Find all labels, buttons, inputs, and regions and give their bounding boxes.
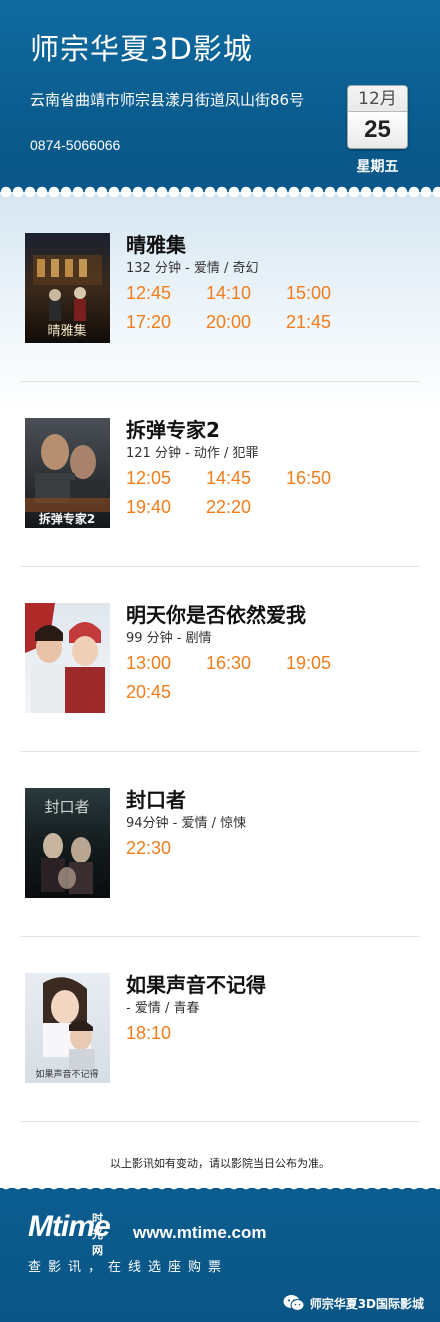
movie-meta: 132 分钟 - 爱情 / 奇幻 [126,261,259,276]
movie-title[interactable]: 封口者 [126,784,186,813]
showtime-list: 13:00 16:30 19:05 20:45 [126,653,426,703]
wechat-icon [283,1295,305,1311]
poster-title: 拆弹专家2 [39,511,95,526]
movie-poster[interactable] [25,603,110,713]
showtime[interactable]: 14:45 [206,468,286,489]
showtime-list: 12:45 14:10 15:00 17:20 20:00 21:45 [126,283,426,333]
mtime-slogan: 查影讯，在线选座购票 [28,1260,229,1275]
showtime-list: 18:10 [126,1023,426,1044]
poster-title: 封口者 [44,798,89,816]
cinema-phone[interactable]: 0874-5066066 [30,137,120,153]
movie-item[interactable]: 晴雅集 晴雅集 132 分钟 - 爱情 / 奇幻 12:45 14:10 15:… [20,197,420,382]
ticket-edge-top [0,180,440,198]
movie-item[interactable]: 明天你是否依然爱我 99 分钟 - 剧情 13:00 16:30 19:05 2… [20,567,420,752]
calendar-day: 25 [348,112,407,148]
wechat-account[interactable]: 师宗华夏3D国际影城 [283,1294,424,1312]
showtime-list: 22:30 [126,838,426,859]
showtime[interactable]: 12:05 [126,468,206,489]
showtime[interactable]: 20:45 [126,682,206,703]
movie-title[interactable]: 晴雅集 [126,229,186,258]
showtime[interactable]: 13:00 [126,653,206,674]
showtime[interactable]: 17:20 [126,312,206,333]
showtime[interactable]: 22:30 [126,838,206,859]
movie-poster[interactable]: 如果声音不记得 [25,973,110,1083]
showtime-list: 12:05 14:45 16:50 19:40 22:20 [126,468,426,518]
mtime-url-link[interactable]: www.mtime.com [133,1223,267,1243]
cinema-header: 师宗华夏3D影城 云南省曲靖市师宗县漾月街道凤山街86号 0874-506606… [0,0,440,192]
showtime[interactable]: 21:45 [286,312,366,333]
movie-meta: - 爱情 / 青春 [126,1001,200,1016]
poster-title: 如果声音不记得 [35,1068,98,1080]
showtime[interactable]: 19:05 [286,653,366,674]
movie-title[interactable]: 如果声音不记得 [126,969,266,998]
mtime-footer: Mtime 时光网 www.mtime.com 查影讯，在线选座购票 师宗华夏3… [0,1188,440,1322]
movie-title[interactable]: 明天你是否依然爱我 [126,599,306,628]
showtime[interactable]: 15:00 [286,283,366,304]
cinema-address: 云南省曲靖市师宗县漾月街道凤山街86号 [30,91,305,109]
calendar-icon: 12月 25 [347,85,408,149]
movie-item[interactable]: 封口者 封口者 94分钟 - 爱情 / 惊悚 22:30 [20,752,420,937]
cinema-name: 师宗华夏3D影城 [30,32,253,66]
movie-meta: 121 分钟 - 动作 / 犯罪 [126,446,259,461]
showtime[interactable]: 16:50 [286,468,366,489]
movie-title[interactable]: 拆弹专家2 [126,414,220,443]
movie-item[interactable]: 拆弹专家2 拆弹专家2 121 分钟 - 动作 / 犯罪 12:05 14:45… [20,382,420,567]
calendar-month: 12月 [348,86,407,112]
showtime[interactable]: 22:20 [206,497,286,518]
ticket-edge-bottom [0,1180,440,1196]
mtime-logo-cn: 时光网 [92,1212,103,1257]
movie-poster[interactable]: 晴雅集 [25,233,110,343]
weekday-label: 星期五 [356,159,399,175]
showtime[interactable]: 19:40 [126,497,206,518]
showtime[interactable]: 16:30 [206,653,286,674]
movie-meta: 94分钟 - 爱情 / 惊悚 [126,816,247,831]
mtime-logo[interactable]: Mtime 时光网 [28,1212,111,1258]
wechat-account-name: 师宗华夏3D国际影城 [309,1296,424,1311]
movie-meta: 99 分钟 - 剧情 [126,631,212,646]
showtime[interactable]: 14:10 [206,283,286,304]
movie-poster[interactable]: 封口者 [25,788,110,898]
showtime[interactable]: 20:00 [206,312,286,333]
divider [20,1121,420,1122]
movie-item[interactable]: 如果声音不记得 如果声音不记得 - 爱情 / 青春 18:10 [20,937,420,1122]
movie-poster[interactable]: 拆弹专家2 [25,418,110,528]
schedule-notice: 以上影讯如有变动，请以影院当日公布为准。 [110,1157,330,1170]
showtime[interactable]: 18:10 [126,1023,206,1044]
showtime[interactable]: 12:45 [126,283,206,304]
poster-title: 晴雅集 [47,323,86,339]
